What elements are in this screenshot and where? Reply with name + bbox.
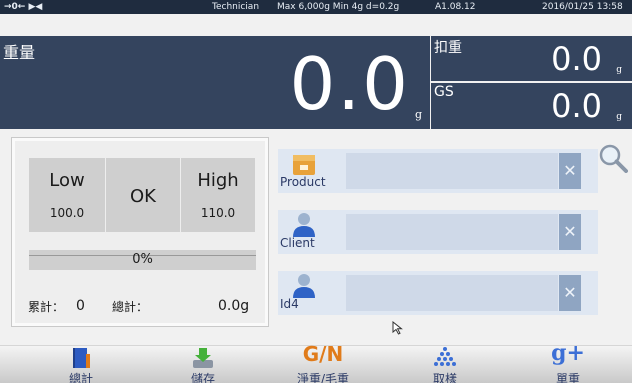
weight-display: 重量 0.0 g [0,36,430,129]
tare-label: 扣重 [434,40,462,56]
id-row-product: Product ✕ [278,149,598,193]
product-label: Product [280,175,326,189]
client-label: Client [280,236,315,250]
status-label: OK [130,186,156,207]
download-save-icon [193,348,213,368]
save-button-label: 儲存 [190,372,215,383]
gross-display: GS 0.0 g [431,83,632,129]
search-icon[interactable] [598,143,628,173]
scale-spec: Max 6,000g Min 4g d=0.2g [277,2,400,12]
datetime: 2016/01/25 13:58 [542,2,623,12]
total-button[interactable]: 總計 [41,346,121,383]
id4-clear-button[interactable]: ✕ [559,275,581,311]
zero-indicator: →0← ▶◀ [4,2,43,12]
progress-bar: 0% [29,250,256,270]
limit-check-panel: Low 100.0 OK High 110.0 0% 累計： 0 總計： 0.0… [11,137,269,327]
tare-unit: g [616,65,622,75]
product-clear-button[interactable]: ✕ [559,153,581,189]
net-gross-button[interactable]: G/N 淨重/毛重 [283,342,363,383]
weight-label: 重量 [3,43,36,62]
total-button-label: 總計 [68,372,93,383]
low-limit-cell[interactable]: Low 100.0 [29,158,105,232]
high-value: 110.0 [200,206,236,220]
weight-unit: g [414,108,422,121]
unit-weight-button[interactable]: g+ 單重 [528,340,608,383]
client-field[interactable] [346,214,558,250]
status-bar: →0← ▶◀ Technician Max 6,000g Min 4g d=0.… [0,0,632,14]
high-limit-cell[interactable]: High 110.0 [181,158,255,232]
gross-label: GS [434,84,454,100]
person-icon[interactable] [290,271,318,299]
high-label: High [197,170,239,191]
product-field[interactable] [346,153,558,189]
total-label: 總計： [112,300,149,314]
report-book-icon [73,348,90,368]
net-gross-icon: G/N [302,342,344,366]
id4-label: Id4 [280,297,299,311]
weight-value: 0.0 [289,42,410,126]
status-cell: OK [106,158,180,232]
product-box-icon[interactable] [290,149,318,177]
id4-field[interactable] [346,275,558,311]
bottom-toolbar: 總計 儲存 G/N 淨重/毛重 取樣 g+ 單重 [0,340,632,383]
accumulate-label: 累計： [28,300,65,314]
client-clear-button[interactable]: ✕ [559,214,581,250]
accumulate-count: 0 [76,298,85,314]
unit-weight-button-label: 單重 [555,372,580,383]
person-icon[interactable] [290,210,318,238]
save-button[interactable]: 儲存 [163,346,243,383]
dots-pyramid-icon [434,347,456,366]
low-label: Low [49,170,85,191]
id-row-id4: Id4 ✕ [278,271,598,315]
sample-button-label: 取樣 [432,372,457,383]
tare-display: 扣重 0.0 g [431,36,632,81]
g-plus-icon: g+ [551,340,585,366]
total-value: 0.0g [218,298,250,314]
user-role: Technician [212,2,260,12]
firmware-version: A1.08.12 [435,2,476,12]
tare-value: 0.0 [551,40,602,78]
net-gross-button-label: 淨重/毛重 [296,372,350,383]
gross-unit: g [616,112,622,122]
gross-value: 0.0 [551,87,602,125]
low-value: 100.0 [49,206,85,220]
id-row-client: Client ✕ [278,210,598,254]
totals-row: 累計： 0 總計： 0.0g [12,298,270,318]
sample-button[interactable]: 取樣 [405,346,485,383]
mouse-cursor-icon [392,321,403,335]
progress-text: 0% [132,252,153,267]
